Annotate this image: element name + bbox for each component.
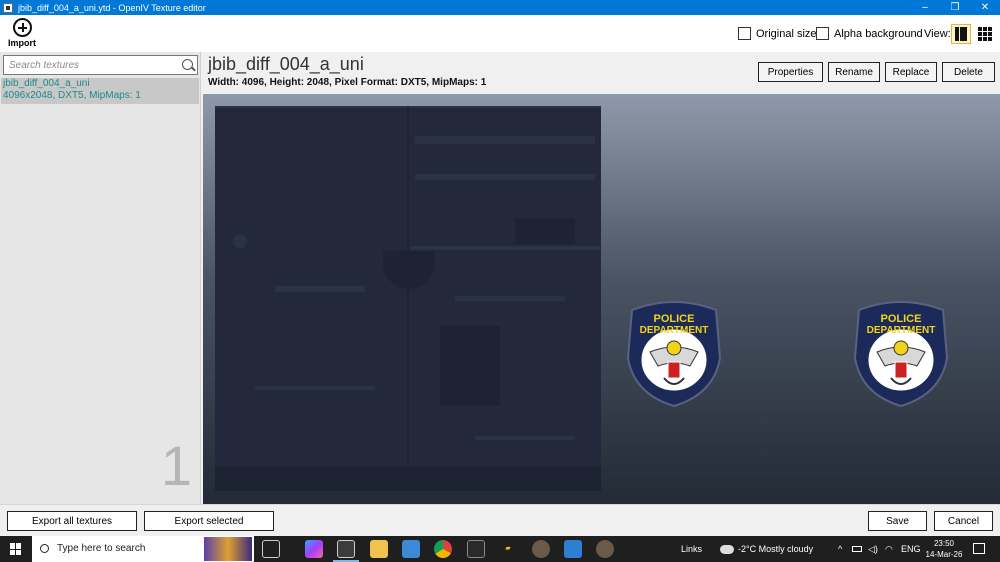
delete-button[interactable]: Delete: [942, 62, 995, 82]
app-icon[interactable]: [532, 540, 550, 558]
texture-list-item[interactable]: jbib_diff_004_a_uni 4096x2048, DXT5, Mip…: [1, 78, 199, 104]
windows-taskbar: Type here to search ▰ Links -2°C Mostly …: [0, 536, 1000, 562]
texture-preview: POLICE DEPARTMENT POLICE DEPARTMENT: [203, 94, 1000, 504]
window-title: jbib_diff_004_a_uni.ytd - OpenIV Texture…: [18, 2, 206, 13]
alpha-background-checkbox[interactable]: Alpha background: [816, 27, 923, 40]
badge-line1: POLICE: [654, 313, 695, 325]
texture-item-name: jbib_diff_004_a_uni: [3, 78, 90, 89]
restore-button[interactable]: ❐: [940, 0, 970, 15]
clock-time: 23:50: [933, 539, 955, 548]
task-view-icon[interactable]: [262, 540, 280, 558]
texture-count: 1: [160, 434, 192, 497]
links-label: Links: [681, 544, 703, 554]
grid-view-icon: [978, 27, 992, 41]
app-icon[interactable]: ▰: [499, 540, 517, 558]
links-toolbar[interactable]: Links: [681, 536, 702, 562]
app-icon[interactable]: [467, 540, 485, 558]
title-bar: jbib_diff_004_a_uni.ytd - OpenIV Texture…: [0, 0, 1000, 15]
openiv-icon[interactable]: [337, 540, 355, 558]
texture-title: jbib_diff_004_a_uni: [208, 54, 364, 74]
tray-chevron[interactable]: ^: [838, 536, 842, 562]
view-grid-button[interactable]: [975, 24, 995, 44]
app-icon[interactable]: [564, 540, 582, 558]
app-window: jbib_diff_004_a_uni.ytd - OpenIV Texture…: [0, 0, 1000, 536]
language-text: ENG: [901, 544, 921, 554]
export-selected-button[interactable]: Export selected: [144, 511, 274, 531]
texture-header: jbib_diff_004_a_uni Width: 4096, Height:…: [201, 52, 1000, 94]
action-bar: Export all textures Export selected Save…: [0, 504, 1000, 536]
taskbar-search-box[interactable]: Type here to search: [32, 536, 254, 562]
volume-icon: ◁): [868, 543, 878, 554]
search-icon[interactable]: [182, 59, 193, 70]
clock-date: 14-Mar-26: [925, 550, 963, 559]
search-icon: [40, 544, 49, 553]
badge-line1: POLICE: [881, 313, 922, 325]
texture-list-panel: Search textures jbib_diff_004_a_uni 4096…: [0, 52, 201, 504]
view-label: View:: [924, 28, 951, 40]
search-highlight-image: [204, 537, 252, 561]
toolbar: Import Original size Alpha background Vi…: [0, 15, 1000, 52]
file-explorer-icon[interactable]: [370, 540, 388, 558]
wifi-icon: ◠: [885, 543, 893, 554]
battery-icon: [852, 546, 862, 552]
badge-line2: DEPARTMENT: [640, 325, 709, 336]
add-icon: [12, 18, 32, 37]
minimize-button[interactable]: –: [910, 0, 940, 15]
network-indicator[interactable]: ◠: [885, 536, 893, 562]
police-badge-1: POLICE DEPARTMENT: [626, 301, 722, 408]
notification-icon[interactable]: [973, 543, 985, 554]
original-size-checkbox[interactable]: Original size: [738, 27, 817, 40]
weather-widget[interactable]: -2°C Mostly cloudy: [720, 536, 813, 562]
police-badge-2: POLICE DEPARTMENT: [853, 301, 949, 408]
app-icon: [3, 2, 13, 13]
import-label: Import: [8, 38, 36, 48]
original-size-label: Original size: [756, 27, 817, 40]
properties-button[interactable]: Properties: [758, 62, 823, 82]
taskbar-search-text: Type here to search: [57, 543, 146, 554]
replace-button[interactable]: Replace: [885, 62, 937, 82]
cloud-icon: [720, 544, 734, 554]
search-input[interactable]: Search textures: [3, 55, 198, 75]
texture-item-meta: 4096x2048, DXT5, MipMaps: 1: [3, 90, 141, 101]
export-all-button[interactable]: Export all textures: [7, 511, 137, 531]
close-button[interactable]: ✕: [970, 0, 1000, 15]
checkbox-box[interactable]: [816, 27, 829, 40]
cancel-button[interactable]: Cancel: [934, 511, 993, 531]
save-button[interactable]: Save: [868, 511, 927, 531]
chevron-up-icon: ^: [838, 544, 843, 554]
battery-indicator[interactable]: [852, 536, 862, 562]
checkbox-box[interactable]: [738, 27, 751, 40]
badge-line2: DEPARTMENT: [867, 325, 936, 336]
system-clock[interactable]: 23:50 14-Mar-26: [920, 538, 968, 560]
rename-button[interactable]: Rename: [828, 62, 880, 82]
language-indicator[interactable]: ENG: [901, 536, 921, 562]
weather-text: -2°C Mostly cloudy: [738, 544, 814, 554]
import-button[interactable]: Import: [6, 18, 38, 51]
mail-app-icon[interactable]: [402, 540, 420, 558]
texture-image: [215, 106, 601, 491]
windows-start-icon[interactable]: [10, 543, 22, 555]
window-controls: – ❐ ✕: [910, 0, 1000, 15]
volume-indicator[interactable]: ◁): [868, 536, 878, 562]
copilot-icon[interactable]: [305, 540, 323, 558]
app-icon[interactable]: [596, 540, 614, 558]
alpha-background-label: Alpha background: [834, 27, 923, 40]
view-detail-button[interactable]: [951, 24, 971, 44]
chrome-icon[interactable]: [434, 540, 452, 558]
search-placeholder: Search textures: [9, 60, 80, 71]
detail-view-icon: [955, 27, 967, 41]
texture-info: Width: 4096, Height: 2048, Pixel Format:…: [208, 77, 487, 88]
